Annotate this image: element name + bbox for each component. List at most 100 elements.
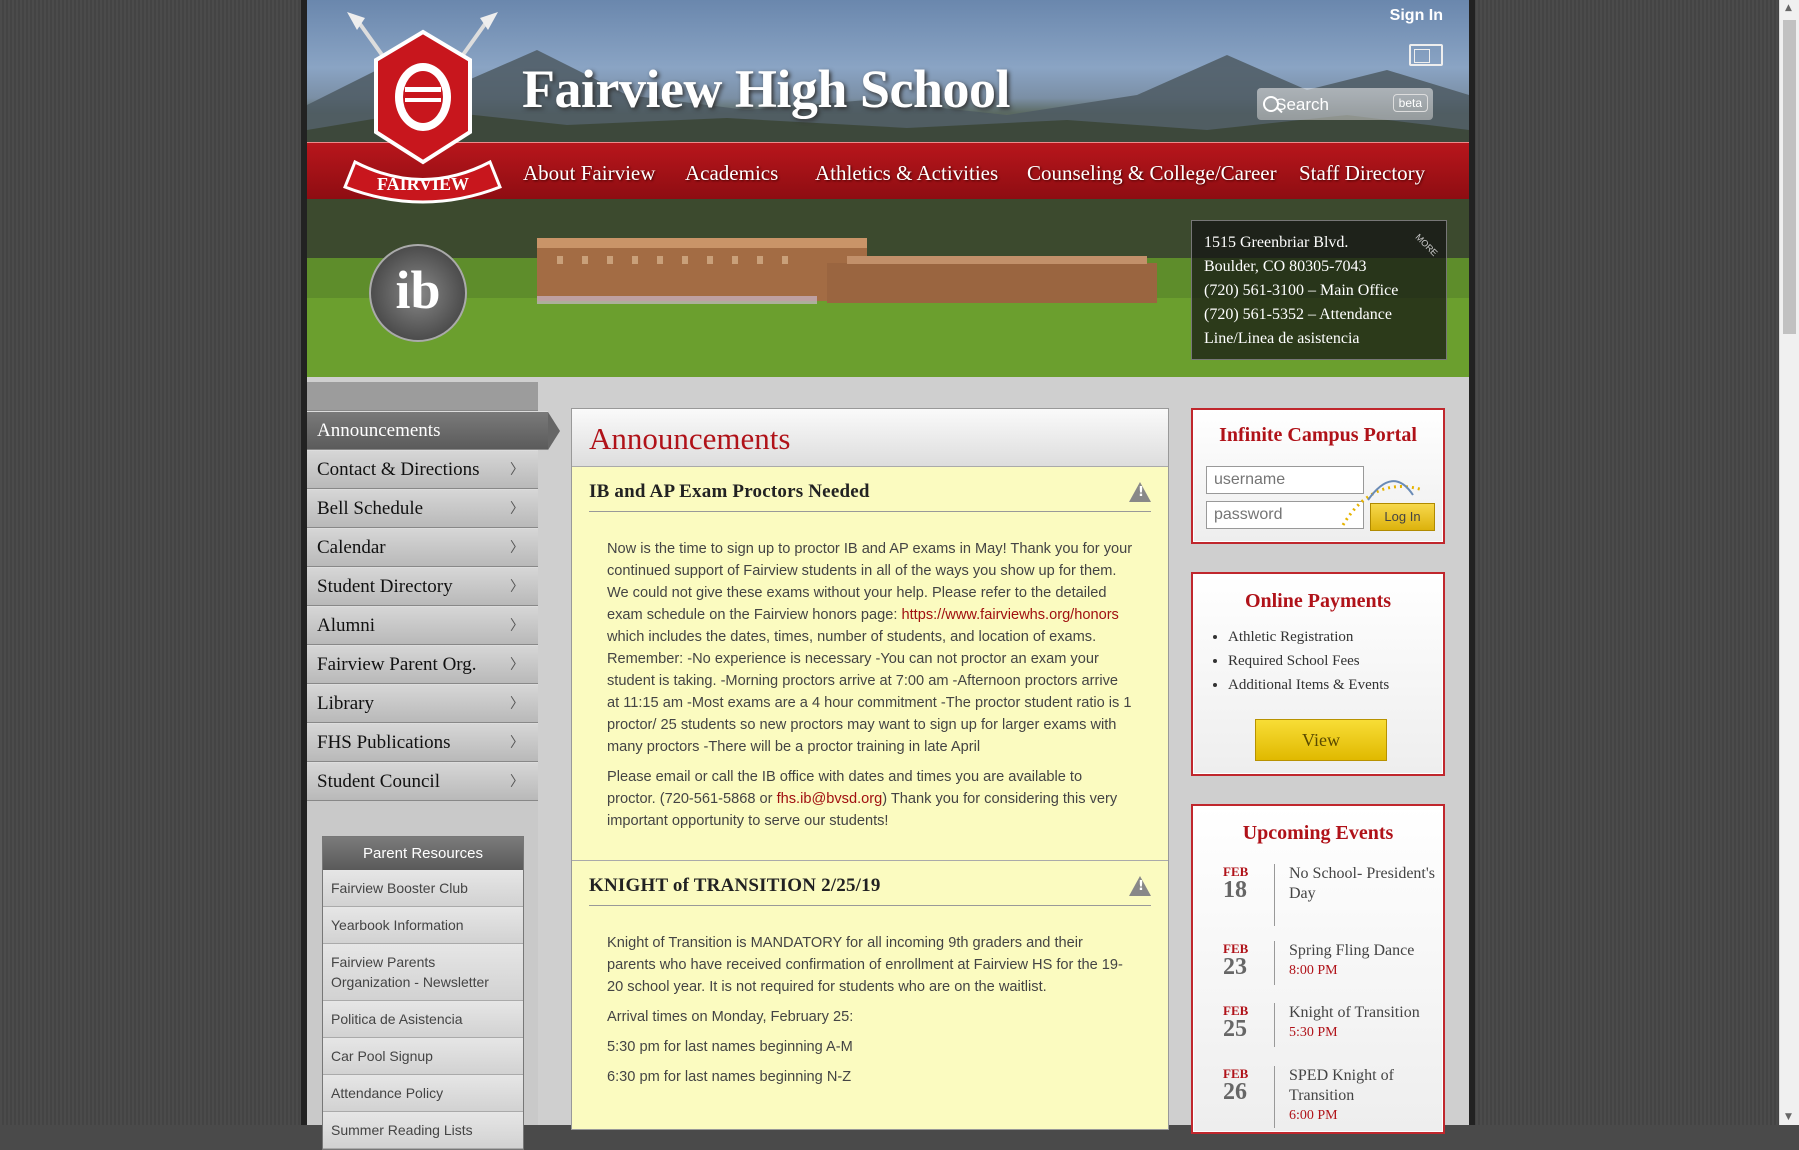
fairview-knight-logo[interactable]: FAIRVIEW bbox=[335, 12, 510, 212]
address-line-2: Boulder, CO 80305-7043 bbox=[1204, 258, 1367, 275]
event-name: No School- President's Day bbox=[1289, 865, 1435, 902]
event-item[interactable]: FEB 18 No School- President's Day bbox=[1213, 864, 1435, 926]
post-text: which includes the dates, times, number … bbox=[607, 629, 1132, 755]
event-day: 23 bbox=[1223, 954, 1247, 980]
post-body: 5:30 pm for last names beginning A-M bbox=[607, 1039, 853, 1055]
payment-item: Athletic Registration bbox=[1228, 625, 1443, 649]
event-divider bbox=[1274, 1003, 1275, 1047]
parent-resources-panel: Parent Resources Fairview Booster Club Y… bbox=[322, 836, 524, 1150]
chevron-right-icon: 〉 bbox=[510, 579, 524, 595]
search-label[interactable]: Search bbox=[1275, 95, 1329, 115]
sidebar-item-label: Student Directory bbox=[317, 576, 453, 597]
sidebar-item-calendar[interactable]: Calendar 〉 bbox=[307, 528, 538, 567]
honors-link[interactable]: https://www.fairviewhs.org/honors bbox=[901, 607, 1118, 623]
chevron-right-icon: 〉 bbox=[510, 501, 524, 517]
post-title[interactable]: KNIGHT of TRANSITION 2/25/19 bbox=[589, 861, 1151, 906]
event-name: Spring Fling Dance bbox=[1289, 942, 1415, 959]
link-booster-club[interactable]: Fairview Booster Club bbox=[323, 870, 523, 907]
post-body: Now is the time to sign up to proctor IB… bbox=[589, 538, 1151, 758]
event-name: Knight of Transition bbox=[1289, 1004, 1420, 1021]
online-payments-box: Online Payments Athletic Registration Re… bbox=[1191, 572, 1445, 776]
sidebar-item-alumni[interactable]: Alumni 〉 bbox=[307, 606, 538, 645]
link-attendance-policy[interactable]: Attendance Policy bbox=[323, 1075, 523, 1112]
link-politica-asistencia[interactable]: Politica de Asistencia bbox=[323, 1001, 523, 1038]
page-container: Sign In Search beta Fairview High School… bbox=[301, 0, 1475, 1150]
ib-world-school-logo[interactable]: ib bbox=[369, 244, 467, 342]
scroll-down-arrow-icon[interactable]: ▼ bbox=[1785, 1112, 1792, 1122]
nav-athletics-activities[interactable]: Athletics & Activities bbox=[815, 161, 998, 186]
link-car-pool[interactable]: Car Pool Signup bbox=[323, 1038, 523, 1075]
event-name: SPED Knight of Transition bbox=[1289, 1067, 1394, 1104]
contact-info-box[interactable]: 1515 Greenbriar Blvd. Boulder, CO 80305-… bbox=[1191, 220, 1447, 360]
upcoming-events-box: Upcoming Events FEB 18 No School- Presid… bbox=[1191, 804, 1445, 1134]
sign-in-link[interactable]: Sign In bbox=[1390, 7, 1443, 25]
sidebar-item-label: Alumni bbox=[317, 615, 376, 636]
event-time: 8:00 PM bbox=[1289, 963, 1338, 978]
sidebar-item-student-directory[interactable]: Student Directory 〉 bbox=[307, 567, 538, 606]
payment-item: Required School Fees bbox=[1228, 649, 1443, 673]
chevron-right-icon: 〉 bbox=[510, 540, 524, 556]
event-divider bbox=[1274, 941, 1275, 985]
nav-counseling[interactable]: Counseling & College/Career bbox=[1027, 161, 1277, 186]
display-mode-icon[interactable] bbox=[1409, 44, 1443, 66]
site-title[interactable]: Fairview High School bbox=[522, 58, 1011, 120]
announcements-panel: Announcements IB and AP Exam Proctors Ne… bbox=[571, 408, 1169, 1130]
phone-main-office: (720) 561-3100 – Main Office bbox=[1204, 282, 1399, 299]
sidebar-item-contact-directions[interactable]: Contact & Directions 〉 bbox=[307, 450, 538, 489]
sidebar-item-label: Student Council bbox=[317, 771, 440, 792]
link-yearbook[interactable]: Yearbook Information bbox=[323, 907, 523, 944]
chevron-right-icon: 〉 bbox=[510, 774, 524, 790]
sidebar-item-label: Announcements bbox=[317, 420, 441, 441]
campus-portal-title: Infinite Campus Portal bbox=[1219, 424, 1417, 446]
link-parents-newsletter[interactable]: Fairview Parents Organization - Newslett… bbox=[323, 944, 523, 1001]
left-sidebar: Announcements Contact & Directions 〉 Bell… bbox=[307, 382, 560, 1150]
site-header: Sign In Search beta Fairview High School… bbox=[307, 0, 1469, 377]
sidebar-item-label: FHS Publications bbox=[317, 732, 451, 753]
campus-portal-box: Infinite Campus Portal Log In bbox=[1191, 408, 1445, 544]
upcoming-events-title: Upcoming Events bbox=[1242, 822, 1394, 844]
link-summer-reading[interactable]: Summer Reading Lists bbox=[323, 1112, 523, 1149]
event-divider bbox=[1274, 1066, 1275, 1128]
view-payments-button[interactable]: View bbox=[1255, 719, 1387, 761]
event-item[interactable]: FEB 23 Spring Fling Dance 8:00 PM bbox=[1213, 941, 1433, 991]
chevron-right-icon: 〉 bbox=[510, 657, 524, 673]
sidebar-item-label: Bell Schedule bbox=[317, 498, 424, 519]
sidebar-item-label: Contact & Directions bbox=[317, 459, 480, 480]
announcement-post: KNIGHT of TRANSITION 2/25/19 Knight of T… bbox=[572, 861, 1168, 1088]
sidebar-item-parent-org[interactable]: Fairview Parent Org. 〉 bbox=[307, 645, 538, 684]
sidebar-top-bar bbox=[307, 382, 538, 411]
scroll-up-arrow-icon[interactable]: ▲ bbox=[1785, 3, 1792, 13]
sidebar-item-bell-schedule[interactable]: Bell Schedule 〉 bbox=[307, 489, 538, 528]
announcement-post: IB and AP Exam Proctors Needed Now is th… bbox=[572, 467, 1168, 861]
chevron-right-icon: 〉 bbox=[510, 735, 524, 751]
nav-about-fairview[interactable]: About Fairview bbox=[523, 161, 655, 186]
alert-icon bbox=[1129, 482, 1151, 502]
nav-staff-directory[interactable]: Staff Directory bbox=[1299, 161, 1425, 186]
post-body: Arrival times on Monday, February 25: bbox=[607, 1009, 854, 1025]
sidebar-item-label: Fairview Parent Org. bbox=[317, 654, 477, 675]
beta-badge: beta bbox=[1392, 94, 1428, 112]
log-in-button[interactable]: Log In bbox=[1370, 503, 1435, 531]
sidebar-item-fhs-publications[interactable]: FHS Publications 〉 bbox=[307, 723, 538, 762]
post-body: Knight of Transition is MANDATORY for al… bbox=[607, 935, 1123, 995]
nav-academics[interactable]: Academics bbox=[685, 161, 778, 186]
post-body: Please email or call the IB office with … bbox=[589, 766, 1151, 832]
event-item[interactable]: FEB 25 Knight of Transition 5:30 PM bbox=[1213, 1003, 1433, 1053]
page-scrollbar[interactable]: ▲ ▼ bbox=[1779, 0, 1799, 1125]
event-time: 5:30 PM bbox=[1289, 1025, 1338, 1040]
event-item[interactable]: FEB 26 SPED Knight of Transition 6:00 PM bbox=[1213, 1066, 1433, 1128]
logo-text: FAIRVIEW bbox=[377, 174, 469, 194]
chevron-right-icon: 〉 bbox=[510, 696, 524, 712]
chevron-right-icon: 〉 bbox=[510, 618, 524, 634]
announcements-header: Announcements bbox=[572, 409, 1168, 467]
scrollbar-thumb[interactable] bbox=[1783, 20, 1796, 334]
sidebar-item-student-council[interactable]: Student Council 〉 bbox=[307, 762, 538, 801]
online-payments-title: Online Payments bbox=[1244, 590, 1392, 612]
post-title[interactable]: IB and AP Exam Proctors Needed bbox=[589, 467, 1151, 512]
chevron-right-icon: 〉 bbox=[510, 462, 524, 478]
sidebar-item-announcements[interactable]: Announcements bbox=[307, 411, 560, 450]
sidebar-item-label: Calendar bbox=[317, 537, 386, 558]
event-time: 6:00 PM bbox=[1289, 1108, 1338, 1123]
sidebar-item-library[interactable]: Library 〉 bbox=[307, 684, 538, 723]
email-link[interactable]: fhs.ib@bvsd.org bbox=[777, 791, 883, 807]
